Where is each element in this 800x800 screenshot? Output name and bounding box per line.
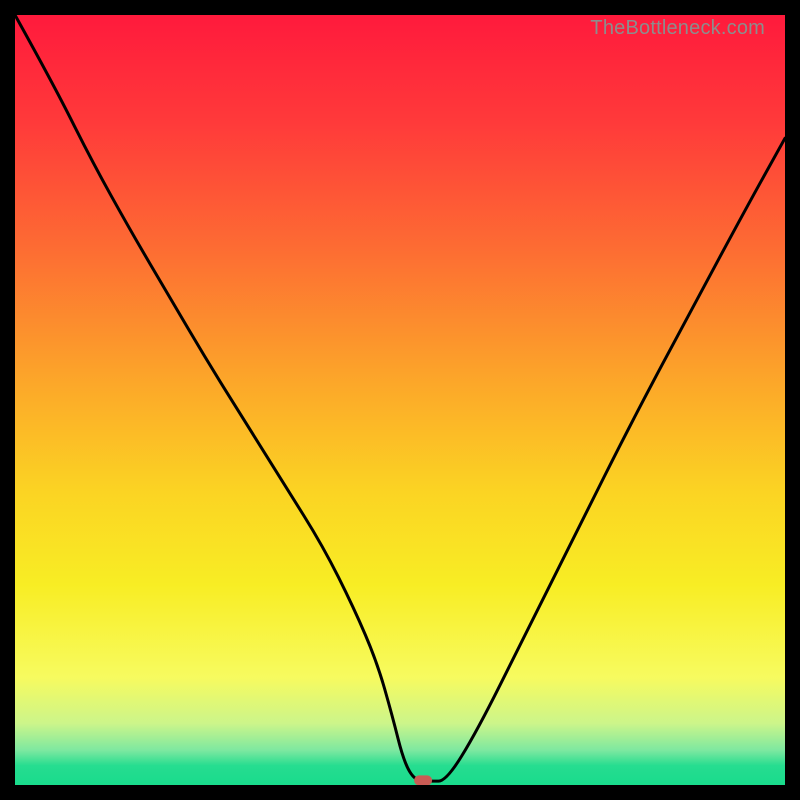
chart-frame: TheBottleneck.com: [15, 15, 785, 785]
gradient-background: [15, 15, 785, 785]
watermark-label: TheBottleneck.com: [590, 17, 765, 40]
optimum-marker: [414, 775, 432, 785]
bottleneck-chart: [15, 15, 785, 785]
